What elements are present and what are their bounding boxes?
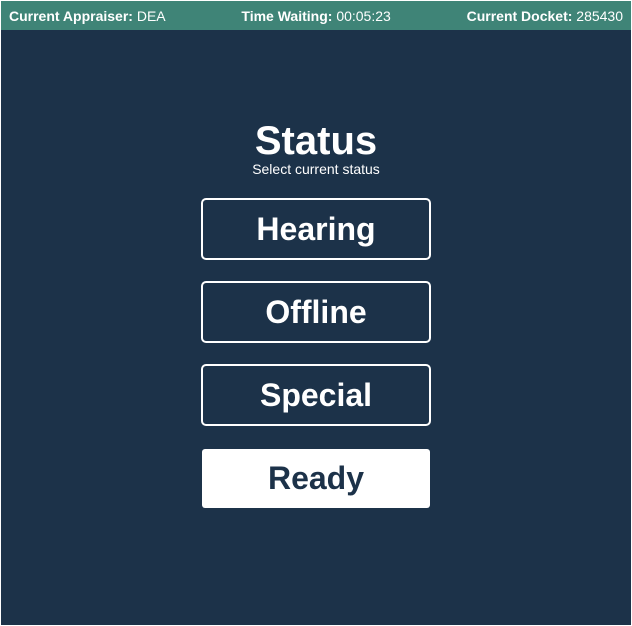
ready-button[interactable]: Ready	[202, 449, 430, 508]
hearing-button[interactable]: Hearing	[201, 198, 431, 260]
current-docket-label: Current Docket:	[466, 7, 573, 24]
current-appraiser: Current Appraiser: DEA	[9, 8, 166, 24]
current-appraiser-value: DEA	[136, 7, 166, 24]
offline-button[interactable]: Offline	[201, 281, 431, 343]
status-app: Current Appraiser: DEA Time Waiting: 00:…	[1, 1, 631, 625]
page-title: Status	[254, 119, 378, 163]
current-docket: Current Docket: 285430	[467, 8, 623, 24]
time-waiting-value: 00:05:23	[336, 7, 391, 24]
time-waiting-label: Time Waiting:	[241, 7, 333, 24]
page-subtitle: Select current status	[252, 161, 380, 177]
current-docket-value: 285430	[576, 7, 623, 24]
status-heading: Status Select current status	[1, 118, 631, 177]
current-appraiser-label: Current Appraiser:	[9, 7, 133, 24]
special-button[interactable]: Special	[201, 364, 431, 426]
header-bar: Current Appraiser: DEA Time Waiting: 00:…	[1, 1, 631, 30]
time-waiting: Time Waiting: 00:05:23	[241, 8, 390, 24]
